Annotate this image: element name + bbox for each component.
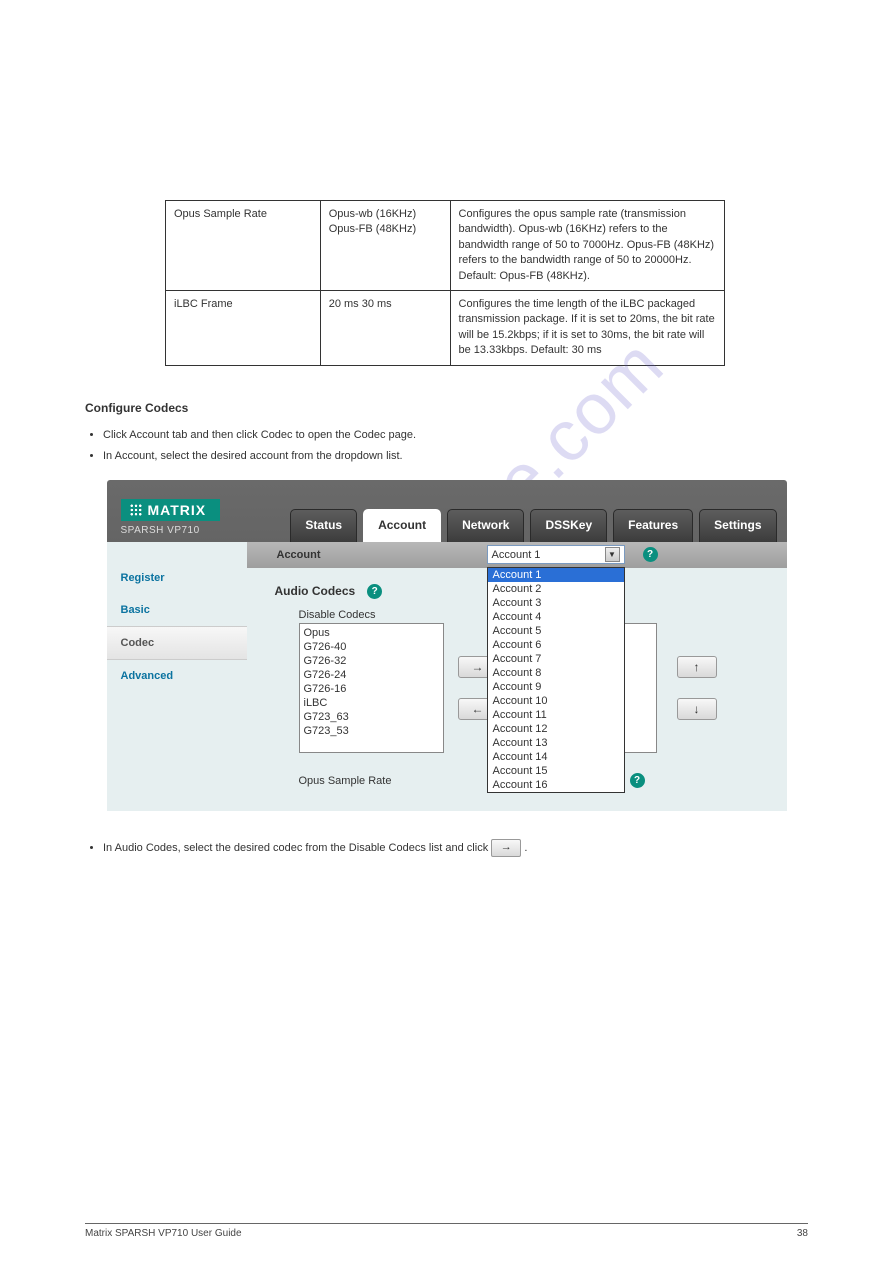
sidebar-item-register[interactable]: Register — [107, 562, 247, 594]
codec-item[interactable]: G726-24 — [304, 668, 439, 682]
account-option[interactable]: Account 3 — [488, 596, 624, 610]
account-option[interactable]: Account 13 — [488, 736, 624, 750]
account-dropdown[interactable]: Account 1 Account 2 Account 3 Account 4 … — [487, 567, 625, 793]
help-icon[interactable]: ? — [643, 547, 658, 562]
sidebar-item-basic[interactable]: Basic — [107, 594, 247, 626]
help-icon[interactable]: ? — [367, 584, 382, 599]
codec-item[interactable]: Opus — [304, 626, 439, 640]
account-option[interactable]: Account 6 — [488, 638, 624, 652]
nav-tabs: Status Account Network DSSKey Features S… — [290, 509, 776, 543]
post-instruction: In Audio Codes, select the desired codec… — [85, 839, 808, 858]
app-screenshot: MATRIX SPARSH VP710 Status Account Netwo… — [107, 480, 787, 811]
spec-table: Opus Sample Rate Opus-wb (16KHz) Opus-FB… — [165, 200, 725, 366]
codec-item[interactable]: G723_63 — [304, 710, 439, 724]
instruction-step-2: In Account, select the desired account f… — [103, 448, 808, 466]
account-option[interactable]: Account 5 — [488, 624, 624, 638]
brand-block: MATRIX SPARSH VP710 — [117, 493, 225, 542]
account-bar: Account Account 1 ▼ ? — [247, 542, 787, 568]
help-icon[interactable]: ? — [630, 773, 645, 788]
codec-item[interactable]: G723_53 — [304, 724, 439, 738]
audio-codecs-title-text: Audio Codecs — [275, 584, 356, 598]
brand-text: MATRIX — [148, 502, 207, 518]
codec-item[interactable]: G726-32 — [304, 654, 439, 668]
account-option[interactable]: Account 1 — [488, 568, 624, 582]
account-option[interactable]: Account 10 — [488, 694, 624, 708]
product-name: SPARSH VP710 — [121, 525, 221, 536]
instruction-step-1: Click Account tab and then click Codec t… — [103, 427, 808, 445]
codec-item[interactable]: G726-16 — [304, 682, 439, 696]
spec-r1-c2: Opus-wb (16KHz) Opus-FB (48KHz) — [320, 201, 450, 291]
page-footer: Matrix SPARSH VP710 User Guide 38 — [85, 1223, 808, 1239]
arrow-left-icon: ← — [472, 702, 484, 716]
spec-r1-c3: Configures the opus sample rate (transmi… — [450, 201, 724, 291]
tab-settings[interactable]: Settings — [699, 509, 776, 543]
account-option[interactable]: Account 11 — [488, 708, 624, 722]
account-option[interactable]: Account 4 — [488, 610, 624, 624]
arrow-right-icon: → — [501, 839, 512, 857]
account-option[interactable]: Account 14 — [488, 750, 624, 764]
post-instruction-text: In Audio Codes, select the desired codec… — [103, 842, 491, 854]
brand-logo: MATRIX — [121, 499, 221, 521]
account-option[interactable]: Account 9 — [488, 680, 624, 694]
instruction-list: Click Account tab and then click Codec t… — [85, 427, 808, 466]
sidebar-item-codec[interactable]: Codec — [107, 626, 247, 660]
tab-network[interactable]: Network — [447, 509, 524, 543]
tab-dsskey[interactable]: DSSKey — [530, 509, 607, 543]
spec-r2-c1: iLBC Frame — [166, 290, 321, 365]
account-select-value: Account 1 — [492, 549, 541, 561]
opus-sample-rate-label: Opus Sample Rate — [299, 775, 494, 787]
spec-r2-c2: 20 ms 30 ms — [320, 290, 450, 365]
account-select[interactable]: Account 1 ▼ — [487, 545, 625, 564]
account-option[interactable]: Account 8 — [488, 666, 624, 680]
configure-codecs-heading: Configure Codecs — [85, 401, 808, 415]
codec-item[interactable]: G726-40 — [304, 640, 439, 654]
tab-account[interactable]: Account — [363, 509, 441, 543]
account-option[interactable]: Account 7 — [488, 652, 624, 666]
inline-right-arrow-button: → — [491, 839, 521, 857]
chevron-down-icon: ▼ — [605, 547, 620, 562]
tab-features[interactable]: Features — [613, 509, 693, 543]
codec-item[interactable]: iLBC — [304, 696, 439, 710]
arrow-down-icon: ↓ — [694, 702, 700, 716]
move-up-button[interactable]: ↑ — [677, 656, 717, 678]
account-option[interactable]: Account 16 — [488, 778, 624, 792]
footer-page-number: 38 — [797, 1228, 808, 1239]
arrow-up-icon: ↑ — [694, 660, 700, 674]
post-instruction-tail: . — [524, 842, 527, 854]
move-down-button[interactable]: ↓ — [677, 698, 717, 720]
account-option[interactable]: Account 15 — [488, 764, 624, 778]
spec-r1-c1: Opus Sample Rate — [166, 201, 321, 291]
sidebar: Register Basic Codec Advanced — [107, 542, 247, 811]
account-bar-label: Account — [277, 549, 487, 561]
spec-r2-c3: Configures the time length of the iLBC p… — [450, 290, 724, 365]
footer-left: Matrix SPARSH VP710 User Guide — [85, 1228, 242, 1239]
brand-logo-icon — [129, 503, 143, 517]
account-option[interactable]: Account 2 — [488, 582, 624, 596]
main-pane: Account Account 1 ▼ ? Account 1 Account … — [247, 542, 787, 811]
tab-status[interactable]: Status — [290, 509, 357, 543]
post-instruction-line: In Audio Codes, select the desired codec… — [103, 839, 808, 858]
reorder-buttons: ↑ ↓ — [677, 656, 717, 720]
arrow-right-icon: → — [472, 660, 484, 674]
disable-codecs-list[interactable]: Opus G726-40 G726-32 G726-24 G726-16 iLB… — [299, 623, 444, 753]
account-option[interactable]: Account 12 — [488, 722, 624, 736]
sidebar-item-advanced[interactable]: Advanced — [107, 660, 247, 692]
